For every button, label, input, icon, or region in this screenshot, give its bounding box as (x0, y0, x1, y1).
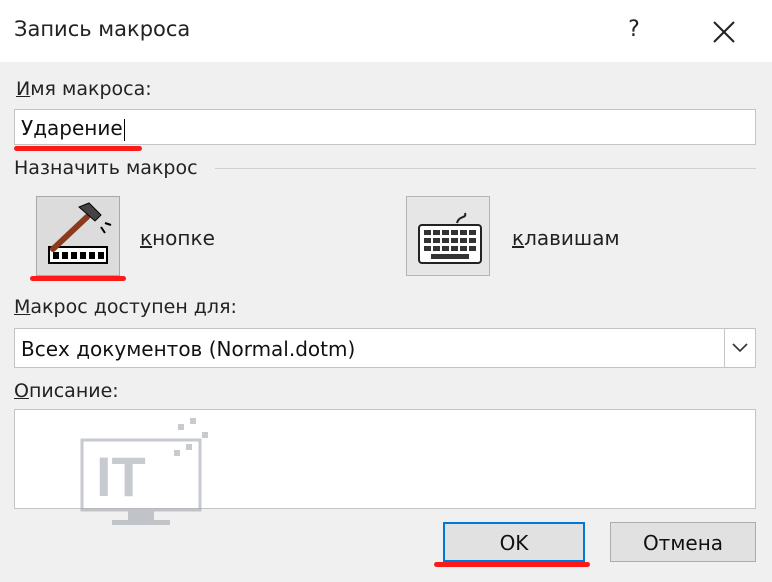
group-separator (215, 168, 756, 169)
annotation-underline-button (30, 276, 126, 281)
keyboard-icon (418, 212, 482, 264)
hammer-toolbar-icon (48, 202, 112, 264)
macro-location-value: Всех документов (Normal.dotm) (21, 337, 356, 361)
chevron-down-icon (732, 343, 748, 353)
assign-macro-label: Назначить макрос (14, 157, 198, 179)
description-label: Описание: (14, 380, 119, 402)
macro-name-input[interactable]: Ударение (14, 109, 756, 145)
close-icon (713, 21, 735, 43)
dialog-titlebar: Запись макроса ? (0, 0, 772, 62)
help-button[interactable]: ? (616, 12, 652, 48)
macro-available-label: Макрос доступен для: (14, 296, 237, 318)
assign-to-keyboard-label[interactable]: клавишам (512, 226, 620, 250)
assign-to-keyboard-button[interactable] (406, 196, 490, 276)
annotation-underline-ok (434, 562, 590, 567)
it-watermark-logo: IT (78, 410, 218, 530)
macro-name-label: Имя макроса: (16, 78, 152, 100)
annotation-underline-name (14, 146, 142, 151)
macro-location-select[interactable]: Всех документов (Normal.dotm) (14, 328, 756, 368)
macro-name-value: Ударение (21, 116, 123, 140)
assign-to-button-label[interactable]: кнопке (140, 226, 215, 250)
close-button[interactable] (700, 12, 748, 52)
cancel-button[interactable]: Отмена (610, 522, 756, 562)
dropdown-arrow-button[interactable] (724, 328, 756, 368)
assign-to-button-button[interactable] (36, 196, 120, 276)
text-caret (123, 118, 125, 141)
dialog-title: Запись макроса (14, 17, 191, 41)
svg-text:IT: IT (96, 445, 146, 508)
ok-button[interactable]: OK (443, 522, 585, 562)
